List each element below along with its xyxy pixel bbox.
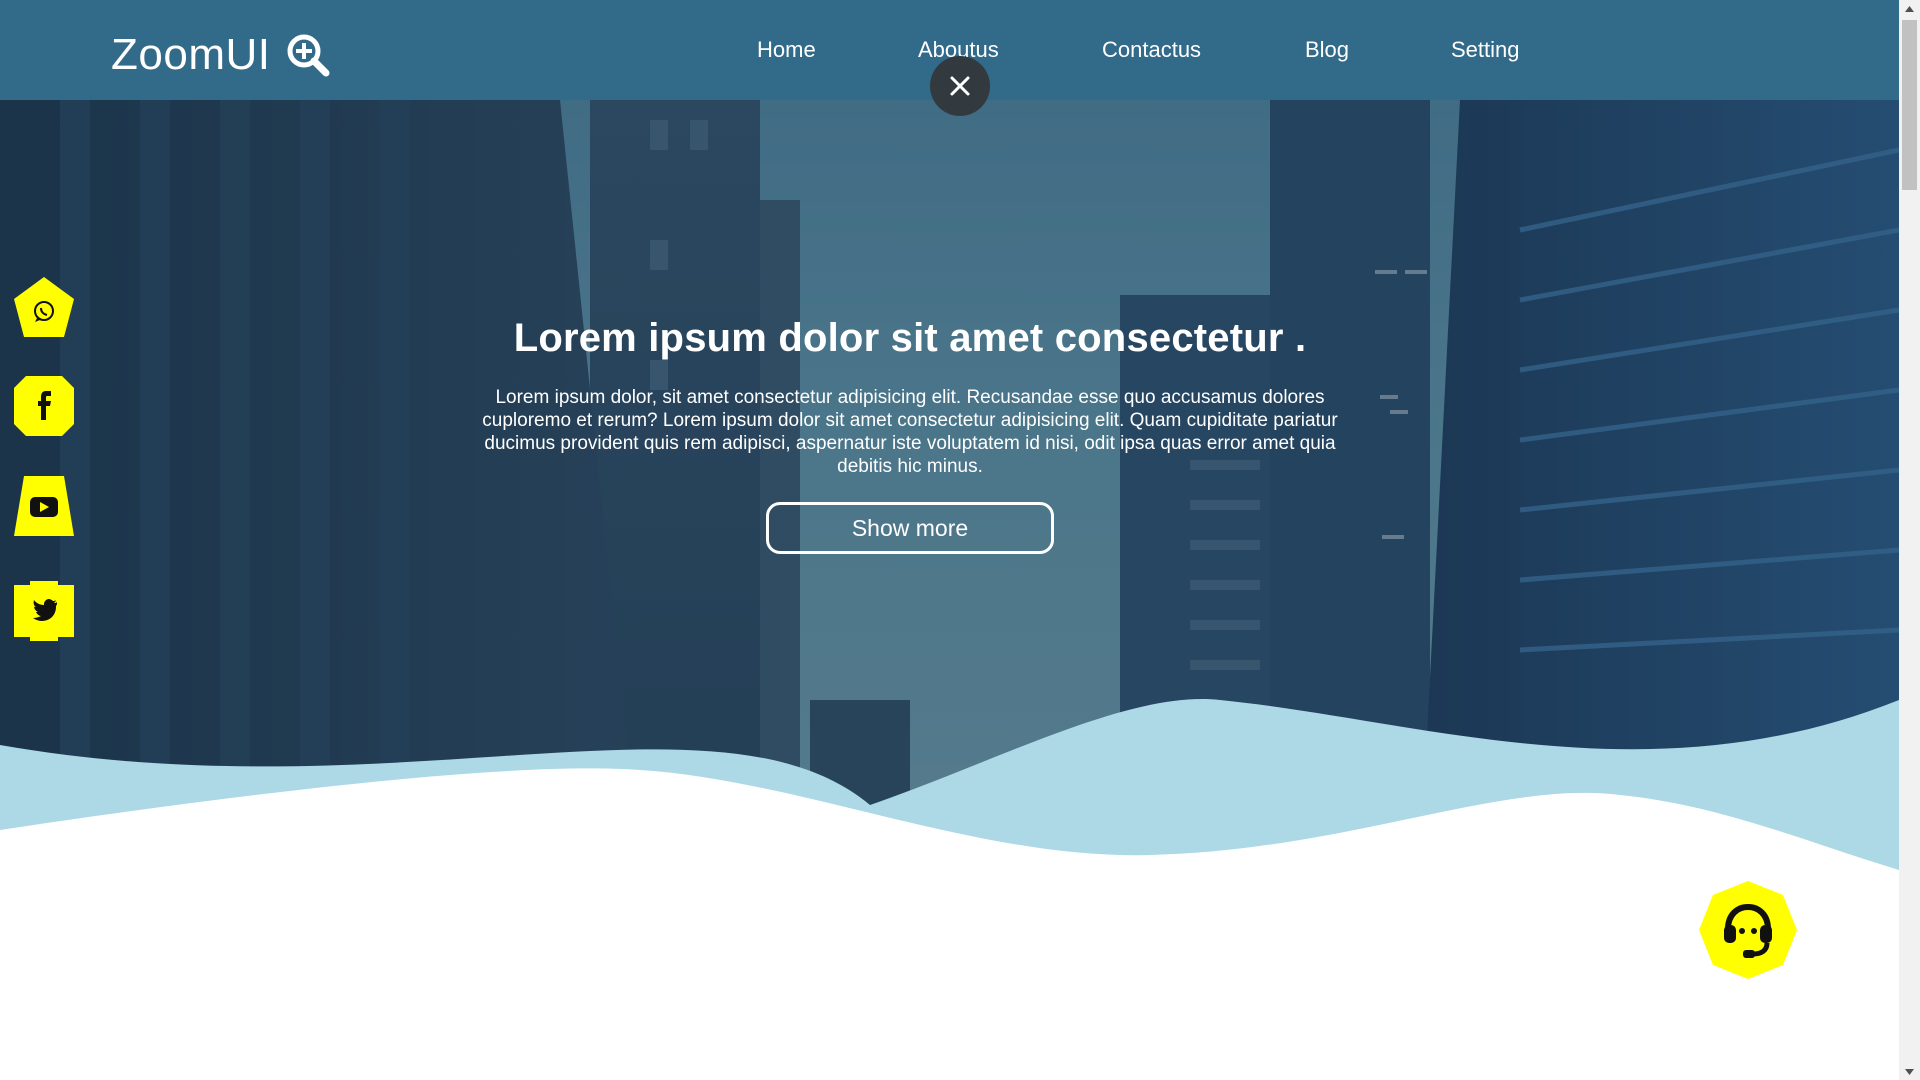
page: ZoomUI Home Aboutus Contactus Blog Setti… [0,0,1920,1080]
nav-item-setting[interactable]: Setting [1451,37,1520,63]
facebook-button[interactable] [12,374,76,438]
close-icon [950,76,970,96]
scroll-down-arrow-icon[interactable] [1899,1063,1920,1080]
youtube-icon [30,497,58,517]
twitter-button[interactable] [12,579,76,643]
scroll-up-arrow-icon[interactable] [1899,0,1920,17]
close-button[interactable] [930,56,990,116]
support-button[interactable] [1697,879,1799,981]
scrollbar-thumb[interactable] [1902,20,1917,190]
show-more-button[interactable]: Show more [766,502,1054,554]
nav-item-blog[interactable]: Blog [1305,37,1349,63]
nav-item-contactus[interactable]: Contactus [1102,37,1201,63]
hero-content: Lorem ipsum dolor sit amet consectetur .… [455,310,1365,554]
nav-item-home[interactable]: Home [757,37,816,63]
hero-title: Lorem ipsum dolor sit amet consectetur . [513,316,1307,360]
vertical-scrollbar[interactable] [1899,0,1920,1080]
youtube-button[interactable] [12,474,76,538]
hero-description: Lorem ipsum dolor, sit amet consectetur … [482,387,1338,477]
whatsapp-button[interactable] [12,275,76,339]
